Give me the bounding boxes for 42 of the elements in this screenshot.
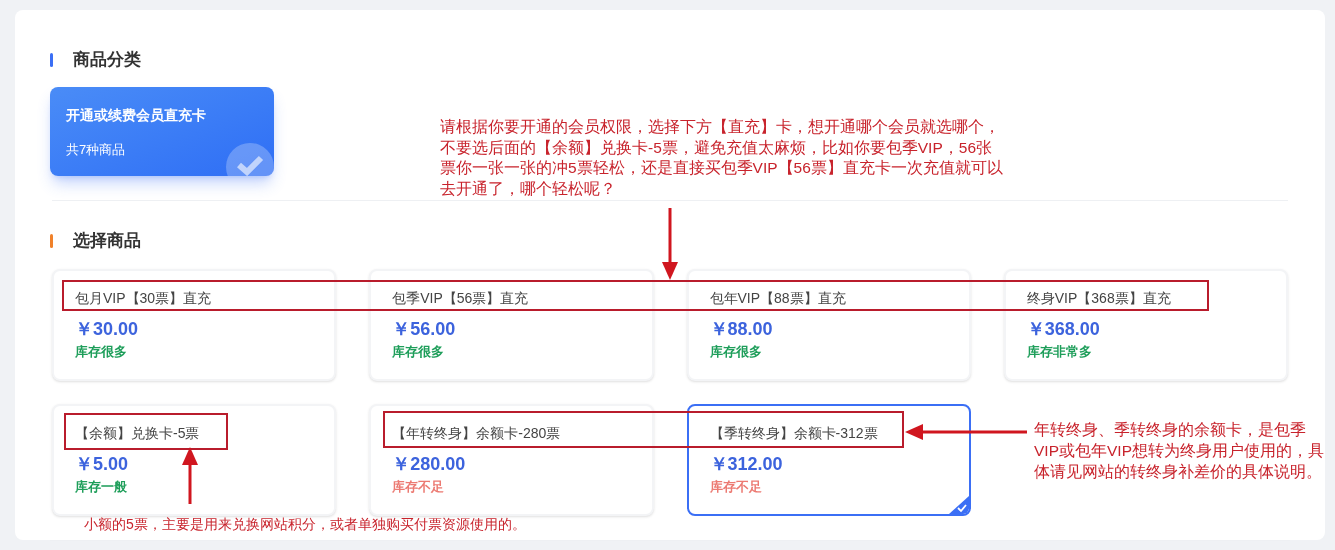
stock-status: 库存非常多	[1026, 343, 1092, 361]
section-marker	[50, 53, 53, 67]
stock-status: 库存不足	[709, 478, 762, 496]
product-price: ￥280.00	[392, 453, 466, 476]
check-icon	[226, 143, 274, 176]
up-arrow	[180, 447, 200, 504]
annotation-note: 小额的5票，主要是用来兑换网站积分，或者单独购买付票资源使用的。	[84, 515, 527, 534]
stock-status: 库存很多	[392, 343, 445, 361]
product-name: 包年VIP【88票】直充	[709, 289, 846, 308]
product-name: 【年转终身】余额卡-280票	[392, 424, 561, 443]
product-price: ￥88.00	[709, 318, 773, 341]
stock-status: 库存一般	[75, 478, 127, 496]
stock-status: 库存很多	[709, 343, 762, 361]
product-name: 终身VIP【368票】直充	[1026, 289, 1171, 308]
annotation-note: 请根据你要开通的会员权限，选择下方【直充】卡，想开通哪个会员就选哪个，不要选后面的【余额】兑换卡-5票，避免充值太麻烦，比如你要包季VIP，56张票你一张一张的冲5票轻松，还是直接买包季VIP【56票】直充卡一次充值就可以去开通了，哪个轻松呢？	[440, 117, 1004, 199]
stock-status: 库存很多	[75, 343, 127, 361]
product-card[interactable]: 【余额】兑换卡-5票 ￥5.00 库存一般	[52, 404, 337, 516]
down-arrow	[660, 208, 680, 280]
section-title: 选择商品	[73, 230, 141, 253]
product-name: 包季VIP【56票】直充	[392, 289, 529, 308]
product-name: 【季转终身】余额卡-312票	[709, 424, 878, 443]
product-price: ￥56.00	[392, 318, 456, 341]
annotation-note: 年转终身、季转终身的余额卡，是包季VIP或包年VIP想转为终身用户使用的，具体请见网站的转终身补差价的具体说明。	[1034, 420, 1324, 482]
category-count: 共7种商品	[66, 141, 127, 159]
product-name: 包月VIP【30票】直充	[75, 289, 212, 308]
category-card[interactable]: 开通或续费会员直充卡 共7种商品	[50, 87, 274, 176]
section-title: 商品分类	[73, 49, 141, 72]
product-price: ￥368.00	[1026, 318, 1100, 341]
category-name: 开通或续费会员直充卡	[66, 106, 207, 125]
product-price: ￥30.00	[75, 318, 139, 341]
product-price: ￥312.00	[709, 453, 783, 476]
product-price: ￥5.00	[75, 453, 129, 476]
product-card[interactable]: 包年VIP【88票】直充 ￥88.00 库存很多	[686, 269, 971, 381]
product-card[interactable]: 【季转终身】余额卡-312票 ￥312.00 库存不足	[686, 404, 971, 516]
check-icon	[948, 496, 969, 514]
product-card[interactable]: 包月VIP【30票】直充 ￥30.00 库存很多	[52, 269, 337, 381]
stock-status: 库存不足	[392, 478, 445, 496]
product-name: 【余额】兑换卡-5票	[75, 424, 200, 443]
section-marker	[50, 234, 53, 248]
product-card[interactable]: 【年转终身】余额卡-280票 ￥280.00 库存不足	[369, 404, 654, 516]
product-card[interactable]: 终身VIP【368票】直充 ￥368.00 库存非常多	[1003, 269, 1288, 381]
product-card[interactable]: 包季VIP【56票】直充 ￥56.00 库存很多	[369, 269, 654, 381]
